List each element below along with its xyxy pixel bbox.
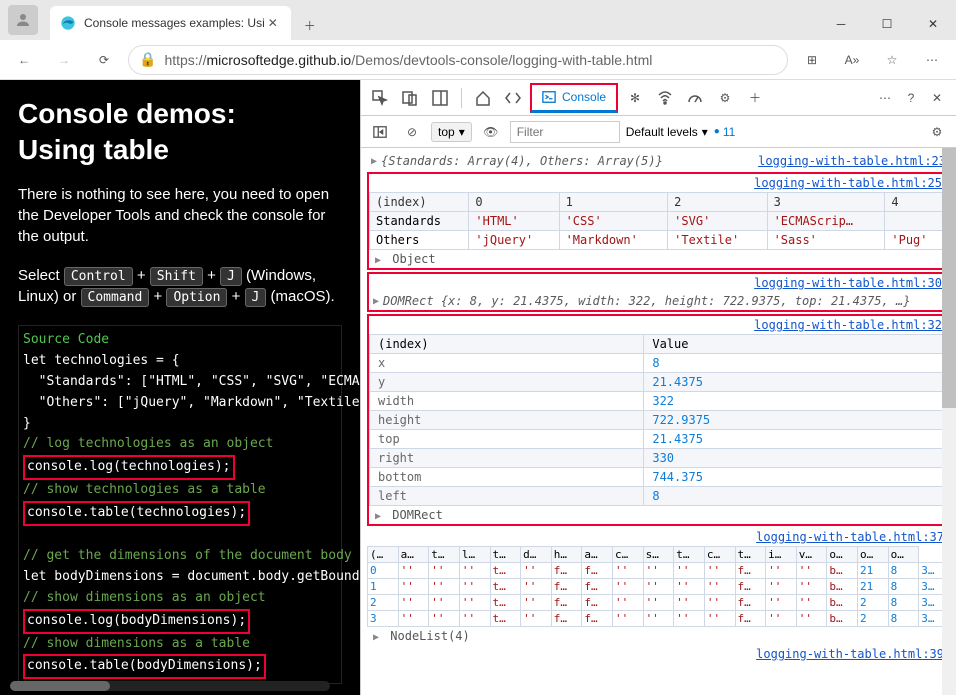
devtools-help-icon[interactable]: ? (898, 85, 924, 111)
key-option: Option (166, 288, 227, 307)
sidebar-toggle-icon[interactable] (367, 119, 393, 145)
more-tabs-icon[interactable]: ＋ (742, 85, 768, 111)
forward-button[interactable]: → (48, 44, 80, 76)
new-tab-button[interactable]: ＋ (295, 10, 325, 40)
key-j: J (220, 267, 242, 286)
key-command: Command (81, 288, 150, 307)
highlight-console-table-dim: console.table(bodyDimensions); (23, 654, 266, 679)
source-link[interactable]: logging-with-table.html:25 (754, 176, 942, 190)
table[interactable]: (index)Valuex8y21.4375width322height722.… (369, 334, 948, 506)
source-link[interactable]: logging-with-table.html:37 (756, 530, 944, 544)
highlight-console-log-dim: console.log(bodyDimensions); (23, 609, 250, 634)
console-table-domrect: logging-with-table.html:32 (index)Valuex… (367, 314, 950, 526)
lock-icon: 🔒 (139, 51, 156, 68)
source-link[interactable]: logging-with-table.html:32 (754, 318, 942, 332)
elements-tab-icon[interactable] (500, 85, 526, 111)
app-install-icon[interactable]: ⊞ (796, 44, 828, 76)
key-shift: Shift (150, 267, 203, 286)
console-table-nodelist[interactable]: (…a…t…l…t…d…h…a…c…s…t…c…t…i…v…o…o…o…0'''… (367, 546, 950, 627)
devtools-close-icon[interactable]: ✕ (924, 85, 950, 111)
device-emulation-icon[interactable] (397, 85, 423, 111)
source-code-block: Source Code let technologies = { "Standa… (18, 325, 342, 684)
highlight-console-log-tech: console.log(technologies); (23, 455, 235, 480)
dock-side-icon[interactable] (427, 85, 453, 111)
table-summary[interactable]: ▶ DOMRect (369, 506, 948, 524)
source-link[interactable]: logging-with-table.html:23 (758, 154, 946, 168)
refresh-button[interactable]: ⟳ (88, 44, 120, 76)
object-preview: {Standards: Array(4), Others: Array(5)} (381, 154, 663, 168)
maximize-button[interactable]: ☐ (864, 8, 910, 40)
source-link[interactable]: logging-with-table.html:39 (756, 647, 944, 661)
levels-dropdown[interactable]: Default levels ▾ (626, 125, 708, 139)
url-field[interactable]: 🔒 https://microsoftedge.github.io/Demos/… (128, 45, 788, 75)
expand-arrow-icon[interactable]: ▶ (373, 296, 379, 307)
tab-close-icon[interactable]: ✕ (265, 15, 281, 31)
live-expression-icon[interactable]: 👁 (478, 119, 504, 145)
inspect-element-icon[interactable] (367, 85, 393, 111)
console-toolbar: ⊘ top ▾ 👁 Default levels ▾ 11 ⚙ (361, 116, 956, 148)
shortcut-text: Select Control + Shift + J (Windows, Lin… (18, 265, 342, 307)
url-scheme: https:// (164, 52, 206, 68)
sources-tab-icon[interactable]: ✻ (622, 85, 648, 111)
key-control: Control (64, 267, 133, 286)
back-button[interactable]: ← (8, 44, 40, 76)
issues-badge[interactable]: 11 (714, 125, 736, 139)
source-link[interactable]: logging-with-table.html:30 (754, 276, 942, 290)
address-bar: ← → ⟳ 🔒 https://microsoftedge.github.io/… (0, 40, 956, 80)
devtools-panel: Console ✻ ⚙ ＋ ⋯ ? ✕ ⊘ top ▾ 👁 Default le… (360, 80, 956, 695)
page-h1-line1: Console demos: (18, 98, 342, 130)
read-aloud-icon[interactable]: A» (836, 44, 868, 76)
console-message-domrect: logging-with-table.html:30 ▶ DOMRect {x:… (367, 272, 950, 312)
key-j-2: J (245, 288, 267, 307)
profile-button[interactable] (8, 5, 38, 35)
object-preview: DOMRect {x: 8, y: 21.4375, width: 322, h… (383, 294, 910, 308)
settings-gear-icon[interactable]: ⚙ (712, 85, 738, 111)
more-icon[interactable]: ⋯ (916, 44, 948, 76)
performance-tab-icon[interactable] (682, 85, 708, 111)
table[interactable]: (index)01234Standards'HTML''CSS''SVG''EC… (369, 192, 948, 250)
console-table-technologies: logging-with-table.html:25 (index)01234S… (367, 172, 950, 270)
close-window-button[interactable]: ✕ (910, 8, 956, 40)
browser-tab[interactable]: Console messages examples: Usi ✕ (50, 6, 291, 40)
edge-icon (60, 15, 76, 31)
minimize-button[interactable]: ─ (818, 8, 864, 40)
clear-console-icon[interactable]: ⊘ (399, 119, 425, 145)
devtools-menu-icon[interactable]: ⋯ (872, 85, 898, 111)
console-tab[interactable]: Console (530, 83, 618, 113)
console-settings-icon[interactable]: ⚙ (924, 119, 950, 145)
window-titlebar: Console messages examples: Usi ✕ ＋ ─ ☐ ✕ (0, 0, 956, 40)
console-message[interactable]: ▶ {Standards: Array(4), Others: Array(5)… (367, 152, 950, 170)
table-summary[interactable]: ▶ Object (369, 250, 948, 268)
console-vertical-scrollbar[interactable] (942, 148, 956, 695)
welcome-tab-icon[interactable] (470, 85, 496, 111)
table-summary[interactable]: ▶ NodeList(4) (367, 627, 950, 645)
page-h1-line2: Using table (18, 134, 342, 166)
console-icon (542, 90, 556, 104)
filter-input[interactable] (510, 121, 620, 143)
context-selector[interactable]: top ▾ (431, 122, 472, 142)
console-tab-label: Console (562, 90, 606, 104)
url-path: /Demos/devtools-console/logging-with-tab… (351, 52, 652, 68)
highlight-console-table-tech: console.table(technologies); (23, 501, 250, 526)
console-output: ▶ {Standards: Array(4), Others: Array(5)… (361, 148, 956, 695)
expand-arrow-icon[interactable]: ▶ (371, 156, 377, 167)
intro-text: There is nothing to see here, you need t… (18, 184, 342, 247)
favorite-icon[interactable]: ☆ (876, 44, 908, 76)
page-content: Console demos: Using table There is noth… (0, 80, 360, 695)
page-horizontal-scrollbar[interactable] (10, 681, 330, 691)
tab-title: Console messages examples: Usi (84, 16, 265, 30)
url-host: microsoftedge.github.io (206, 52, 351, 68)
source-code-title: Source Code (23, 330, 337, 351)
devtools-tabbar: Console ✻ ⚙ ＋ ⋯ ? ✕ (361, 80, 956, 116)
network-tab-icon[interactable] (652, 85, 678, 111)
